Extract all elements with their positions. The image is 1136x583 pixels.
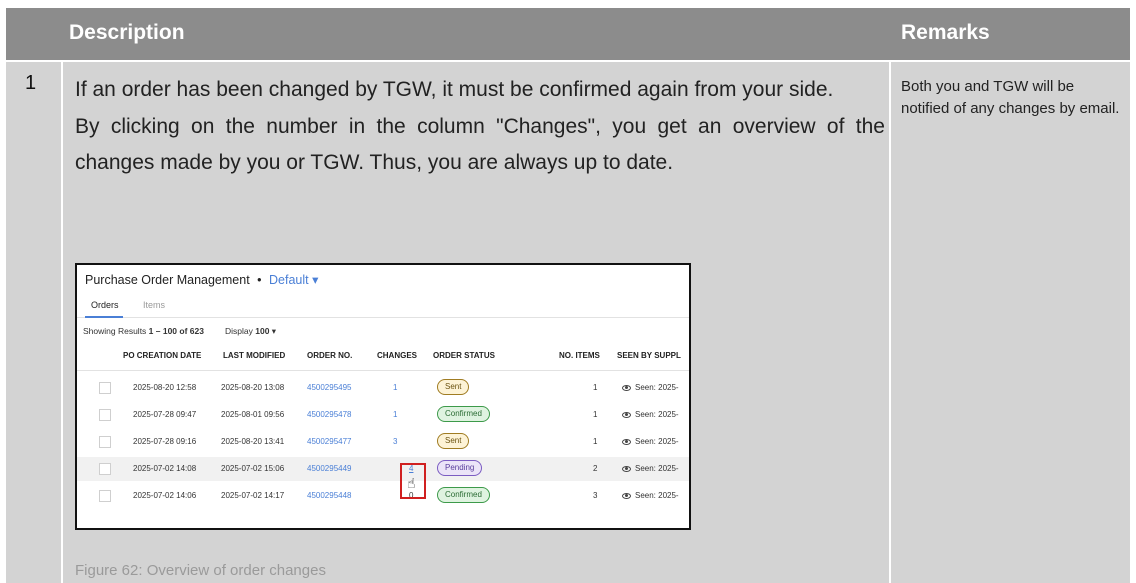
cell-changes-link[interactable]: 1 bbox=[393, 383, 397, 392]
cell-no-items: 2 bbox=[593, 464, 598, 473]
cell-po-creation-date: 2025-08-20 12:58 bbox=[133, 383, 197, 392]
view-selector[interactable]: Default ▾ bbox=[269, 273, 318, 287]
row-checkbox[interactable] bbox=[99, 490, 111, 502]
table-row[interactable]: 2025-07-02 14:06 2025-07-02 14:17 450029… bbox=[77, 484, 689, 508]
column-header-order-no[interactable]: ORDER NO. bbox=[307, 351, 352, 360]
cell-no-items: 1 bbox=[593, 383, 598, 392]
column-header-last-modified[interactable]: LAST MODIFIED bbox=[223, 351, 285, 360]
eye-icon bbox=[622, 411, 631, 418]
active-tab-indicator bbox=[85, 316, 123, 318]
cell-po-creation-date: 2025-07-02 14:06 bbox=[133, 491, 197, 500]
table-row[interactable]: 2025-07-28 09:47 2025-08-01 09:56 450029… bbox=[77, 403, 689, 427]
instruction-table: Description Remarks 1 If an order has be… bbox=[6, 8, 1130, 583]
seen-text: Seen: 2025- bbox=[635, 410, 679, 419]
tab-orders[interactable]: Orders bbox=[91, 300, 119, 310]
order-changes-screenshot: Purchase Order Management • Default ▾ Or… bbox=[75, 263, 691, 530]
figure-caption: Figure 62: Overview of order changes bbox=[75, 562, 326, 579]
status-badge: Confirmed bbox=[437, 406, 490, 422]
row-checkbox[interactable] bbox=[99, 409, 111, 421]
cell-last-modified: 2025-08-01 09:56 bbox=[221, 410, 285, 419]
row-checkbox[interactable] bbox=[99, 382, 111, 394]
results-range: 1 – 100 of 623 bbox=[148, 326, 204, 336]
column-header-seen-by-supplier[interactable]: SEEN BY SUPPL bbox=[617, 351, 681, 360]
cell-order-no-link[interactable]: 4500295478 bbox=[307, 410, 352, 419]
cell-seen: Seen: 2025- bbox=[622, 410, 679, 419]
cell-last-modified: 2025-07-02 14:17 bbox=[221, 491, 285, 500]
cell-order-no-link[interactable]: 4500295477 bbox=[307, 437, 352, 446]
column-header-order-status[interactable]: ORDER STATUS bbox=[433, 351, 495, 360]
eye-icon bbox=[622, 492, 631, 499]
row-checkbox[interactable] bbox=[99, 463, 111, 475]
header-divider bbox=[77, 370, 689, 371]
cell-order-no-link[interactable]: 4500295448 bbox=[307, 491, 352, 500]
table-row[interactable]: 2025-08-20 12:58 2025-08-20 13:08 450029… bbox=[77, 376, 689, 400]
cell-no-items: 1 bbox=[593, 437, 598, 446]
results-summary: Showing Results 1 – 100 of 623 bbox=[83, 326, 204, 336]
status-badge: Sent bbox=[437, 379, 470, 395]
display-value: 100 bbox=[255, 326, 270, 336]
cell-order-no-link[interactable]: 4500295495 bbox=[307, 383, 352, 392]
display-count-select[interactable]: Display 100 ▾ bbox=[225, 326, 276, 337]
status-badge: Confirmed bbox=[437, 487, 490, 503]
app-title: Purchase Order Management bbox=[85, 273, 250, 287]
seen-text: Seen: 2025- bbox=[635, 491, 679, 500]
eye-icon bbox=[622, 465, 631, 472]
cell-seen: Seen: 2025- bbox=[622, 491, 679, 500]
seen-text: Seen: 2025- bbox=[635, 383, 679, 392]
table-header-row: Description Remarks bbox=[6, 8, 1130, 60]
hand-pointer-icon: ☝ bbox=[407, 475, 416, 491]
cell-no-items: 3 bbox=[593, 491, 598, 500]
tab-items[interactable]: Items bbox=[143, 300, 165, 310]
description-text: If an order has been changed by TGW, it … bbox=[75, 72, 885, 182]
remarks-text: Both you and TGW will be notified of any… bbox=[901, 78, 1120, 117]
description-paragraph-2: By clicking on the number in the column … bbox=[75, 114, 885, 175]
cell-po-creation-date: 2025-07-02 14:08 bbox=[133, 464, 197, 473]
tab-bar: Orders Items bbox=[77, 295, 689, 318]
cell-po-creation-date: 2025-07-28 09:47 bbox=[133, 410, 197, 419]
title-separator: • bbox=[257, 273, 262, 287]
row-checkbox[interactable] bbox=[99, 436, 111, 448]
cell-no-items: 1 bbox=[593, 410, 598, 419]
cell-last-modified: 2025-08-20 13:41 bbox=[221, 437, 285, 446]
description-header: Description bbox=[69, 21, 185, 44]
remarks-cell: Both you and TGW will be notified of any… bbox=[891, 62, 1130, 583]
view-label: Default bbox=[269, 273, 309, 287]
chevron-down-icon: ▾ bbox=[312, 273, 319, 287]
column-header-po-creation-date[interactable]: PO CREATION DATE bbox=[123, 351, 201, 360]
cell-last-modified: 2025-07-02 15:06 bbox=[221, 464, 285, 473]
remarks-header: Remarks bbox=[901, 21, 990, 44]
status-badge: Pending bbox=[437, 460, 483, 476]
step-number-cell: 1 bbox=[6, 62, 61, 583]
chevron-down-icon: ▾ bbox=[271, 326, 277, 336]
table-row[interactable]: 2025-07-02 14:08 2025-07-02 15:06 450029… bbox=[77, 457, 689, 481]
step-number: 1 bbox=[25, 72, 37, 94]
cell-seen: Seen: 2025- bbox=[622, 383, 679, 392]
cell-changes-link[interactable]: 1 bbox=[393, 410, 397, 419]
table-row[interactable]: 2025-07-28 09:16 2025-08-20 13:41 450029… bbox=[77, 430, 689, 454]
cell-seen: Seen: 2025- bbox=[622, 437, 679, 446]
cell-changes-link[interactable]: 3 bbox=[393, 437, 397, 446]
seen-text: Seen: 2025- bbox=[635, 437, 679, 446]
cell-seen: Seen: 2025- bbox=[622, 464, 679, 473]
cell-last-modified: 2025-08-20 13:08 bbox=[221, 383, 285, 392]
eye-icon bbox=[622, 438, 631, 445]
description-paragraph-1: If an order has been changed by TGW, it … bbox=[75, 78, 834, 101]
table-row: 1 If an order has been changed by TGW, i… bbox=[6, 62, 1130, 583]
cell-po-creation-date: 2025-07-28 09:16 bbox=[133, 437, 197, 446]
cell-order-no-link[interactable]: 4500295449 bbox=[307, 464, 352, 473]
seen-text: Seen: 2025- bbox=[635, 464, 679, 473]
column-header-no-items[interactable]: NO. ITEMS bbox=[559, 351, 600, 360]
eye-icon bbox=[622, 384, 631, 391]
results-prefix: Showing Results bbox=[83, 326, 149, 336]
status-badge: Sent bbox=[437, 433, 470, 449]
display-prefix: Display bbox=[225, 326, 256, 336]
column-header-changes[interactable]: CHANGES bbox=[377, 351, 417, 360]
description-cell: If an order has been changed by TGW, it … bbox=[63, 62, 889, 583]
screenshot-title: Purchase Order Management • Default ▾ bbox=[85, 272, 318, 287]
